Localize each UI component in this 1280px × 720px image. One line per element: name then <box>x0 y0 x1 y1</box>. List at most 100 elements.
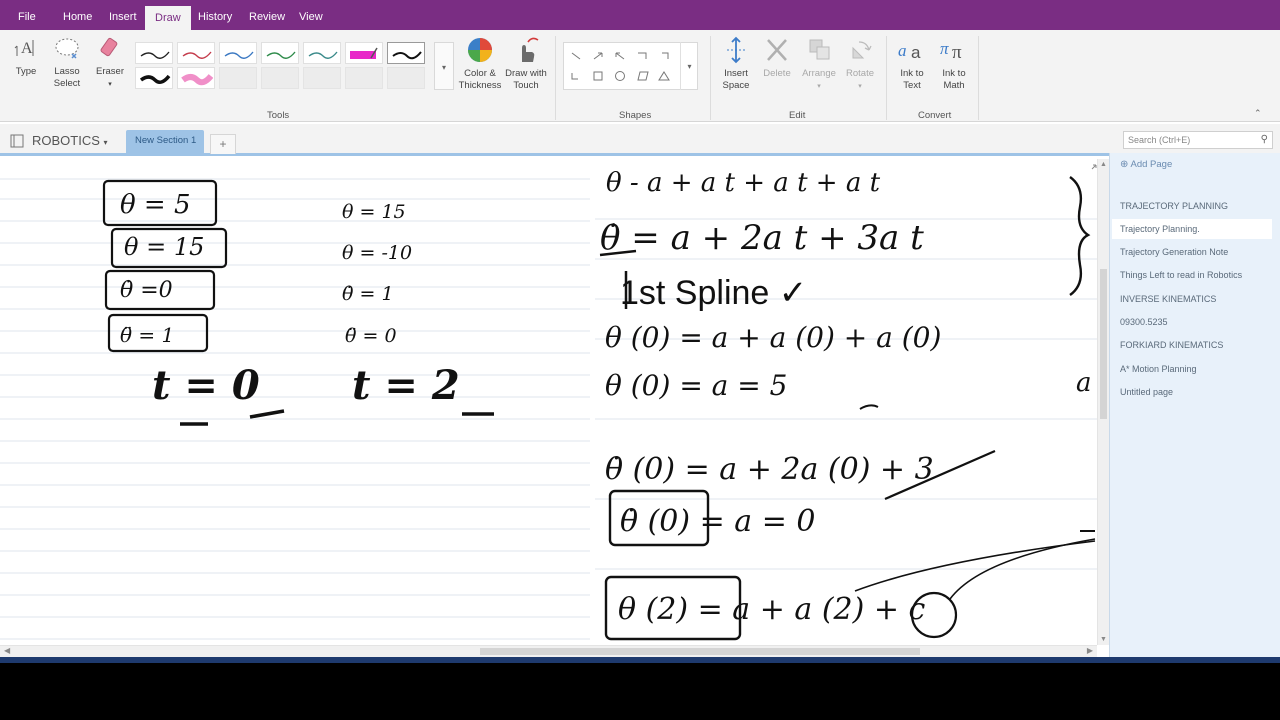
pen-black-thin[interactable] <box>135 42 173 64</box>
pen-slot-empty <box>345 67 383 89</box>
rotate-button[interactable]: Rotate ▾ <box>842 36 878 93</box>
delete-x-icon <box>767 39 787 61</box>
ink-math-label-1: Ink to <box>942 68 966 79</box>
type-button[interactable]: A Type <box>8 36 44 78</box>
tab-draw[interactable]: Draw <box>145 6 191 30</box>
scroll-down-icon[interactable]: ▼ <box>1100 636 1107 643</box>
horizontal-scroll-thumb[interactable] <box>480 648 920 655</box>
notebook-bar: ROBOTICS ▾ New Section 1 + Search (Ctrl+… <box>0 124 1280 156</box>
tab-home[interactable]: Home <box>53 5 102 30</box>
svg-text:θ (0) = a + a (0) + a (0): θ (0) = a + a (0) + a (0) <box>605 321 941 354</box>
svg-text:π: π <box>952 42 962 63</box>
pen-blue-thin[interactable] <box>219 42 257 64</box>
handwritten-ink: θ = 5 θ = 15 θ̇ =0 θ̈ = 1 θ = 15 θ = -10… <box>0 164 1097 641</box>
plus-circle-icon: ⊕ <box>1120 159 1129 170</box>
pen-black-selected[interactable] <box>387 42 425 64</box>
scroll-right-icon[interactable]: ▶ <box>1087 646 1093 655</box>
horizontal-scrollbar[interactable]: ◀ ▶ <box>0 645 1097 657</box>
ink-to-text-button[interactable]: a a Ink to Text <box>893 36 931 92</box>
svg-text:θ̇ = a + 2a t + 3a t: θ̇ = a + 2a t + 3a t <box>600 218 924 258</box>
lasso-select-button[interactable]: Lasso Select <box>48 36 86 90</box>
rotate-label: Rotate <box>846 68 874 79</box>
pen-red-thin[interactable] <box>177 42 215 64</box>
group-separator <box>710 36 711 120</box>
notebook-name-dropdown[interactable]: ROBOTICS ▾ <box>32 133 108 148</box>
add-section-button[interactable]: + <box>210 134 236 154</box>
svg-text:t = 2: t = 2 <box>352 362 460 409</box>
scroll-up-icon[interactable]: ▲ <box>1100 161 1107 168</box>
insert-space-button[interactable]: Insert Space <box>716 36 756 92</box>
page-item[interactable]: INVERSE KINEMATICS <box>1120 294 1270 304</box>
delete-label: Delete <box>763 68 791 79</box>
pen-stroke-icon <box>224 51 254 59</box>
arrange-label: Arrange <box>802 68 836 79</box>
pen-green-thin[interactable] <box>261 42 299 64</box>
type-label: Type <box>15 66 37 77</box>
rotate-icon <box>852 41 872 59</box>
taskbar-edge <box>0 657 1280 663</box>
page-item[interactable]: FORKIARD KINEMATICS <box>1120 340 1270 350</box>
section-tab[interactable]: New Section 1 <box>126 130 204 154</box>
pen-stroke-icon <box>139 74 171 84</box>
dropdown-arrow-icon: ▾ <box>108 81 112 88</box>
draw-touch-label-2: Touch <box>513 80 539 91</box>
collapse-ribbon-icon[interactable]: ⌃ <box>1254 108 1262 119</box>
page-item[interactable]: 09300.5235 <box>1120 317 1270 327</box>
highlighter-magenta[interactable] <box>345 42 383 64</box>
svg-text:a: a <box>911 43 921 62</box>
vertical-scrollbar[interactable]: ▲ ▼ <box>1097 159 1109 645</box>
pen-gallery[interactable] <box>133 40 453 92</box>
pen-gallery-more-button[interactable]: ▾ <box>434 42 454 90</box>
insert-space-icon <box>727 36 745 64</box>
pen-black-thick[interactable] <box>135 67 173 89</box>
pen-slot-empty <box>303 67 341 89</box>
dropdown-arrow-icon: ▾ <box>103 138 108 147</box>
tab-review[interactable]: Review <box>239 5 295 30</box>
edit-group-label: Edit <box>789 110 806 121</box>
color-label-2: Thickness <box>458 80 502 91</box>
ink-to-math-button[interactable]: π π Ink to Math <box>935 36 973 92</box>
search-placeholder: Search (Ctrl+E) <box>1128 135 1191 145</box>
ink-to-text-icon: a a <box>898 41 921 62</box>
search-input[interactable]: Search (Ctrl+E) ⚲ <box>1123 131 1273 149</box>
svg-text:π: π <box>940 39 949 58</box>
page-canvas[interactable]: θ = 5 θ = 15 θ̇ =0 θ̈ = 1 θ = 15 θ = -10… <box>0 159 1097 645</box>
color-thickness-button[interactable]: Color & Thickness <box>458 36 502 92</box>
pen-teal-thin[interactable] <box>303 42 341 64</box>
ink-text-label-1: Ink to <box>900 68 924 79</box>
delete-button[interactable]: Delete <box>759 36 795 80</box>
page-item[interactable]: TRAJECTORY PLANNING <box>1120 201 1270 211</box>
tools-group-label: Tools <box>267 110 290 121</box>
vertical-scroll-thumb[interactable] <box>1100 269 1107 419</box>
search-icon: ⚲ <box>1260 134 1268 145</box>
svg-text:θ = 15: θ = 15 <box>124 233 204 261</box>
arrange-button[interactable]: Arrange ▾ <box>799 36 839 93</box>
svg-text:A: A <box>21 40 33 57</box>
ink-text-label-2: Text <box>903 80 921 91</box>
scroll-left-icon[interactable]: ◀ <box>4 646 10 655</box>
pen-stroke-icon <box>182 51 212 59</box>
draw-with-touch-button[interactable]: Draw with Touch <box>503 36 549 92</box>
add-page-label: Add Page <box>1130 159 1173 170</box>
page-item[interactable]: A* Motion Planning <box>1120 364 1270 374</box>
svg-text:θ = -10: θ = -10 <box>342 242 412 264</box>
svg-text:1st Spline ✓: 1st Spline ✓ <box>620 274 807 312</box>
page-list-pane: ⊕ Add Page TRAJECTORY PLANNING Trajector… <box>1109 153 1280 657</box>
lasso-label-1: Lasso <box>54 66 80 77</box>
text-cursor-icon: A <box>14 40 34 57</box>
highlighter-pink[interactable] <box>177 67 215 89</box>
tab-file[interactable]: File <box>8 5 46 30</box>
shapes-more-button[interactable]: ▾ <box>680 42 698 90</box>
svg-text:a: a <box>1076 368 1092 398</box>
pen-slot-empty <box>261 67 299 89</box>
tab-history[interactable]: History <box>188 5 242 30</box>
add-page-button[interactable]: ⊕ Add Page <box>1120 159 1172 170</box>
tab-view[interactable]: View <box>289 5 333 30</box>
tab-insert[interactable]: Insert <box>99 5 147 30</box>
page-item[interactable]: Things Left to read in Robotics <box>1120 270 1270 280</box>
page-item[interactable]: Untitled page <box>1120 387 1270 397</box>
eraser-button[interactable]: Eraser ▾ <box>92 36 128 91</box>
shapes-gallery[interactable] <box>563 42 698 90</box>
page-item-selected[interactable]: Trajectory Planning. <box>1112 219 1272 239</box>
page-item[interactable]: Trajectory Generation Note <box>1120 247 1270 257</box>
